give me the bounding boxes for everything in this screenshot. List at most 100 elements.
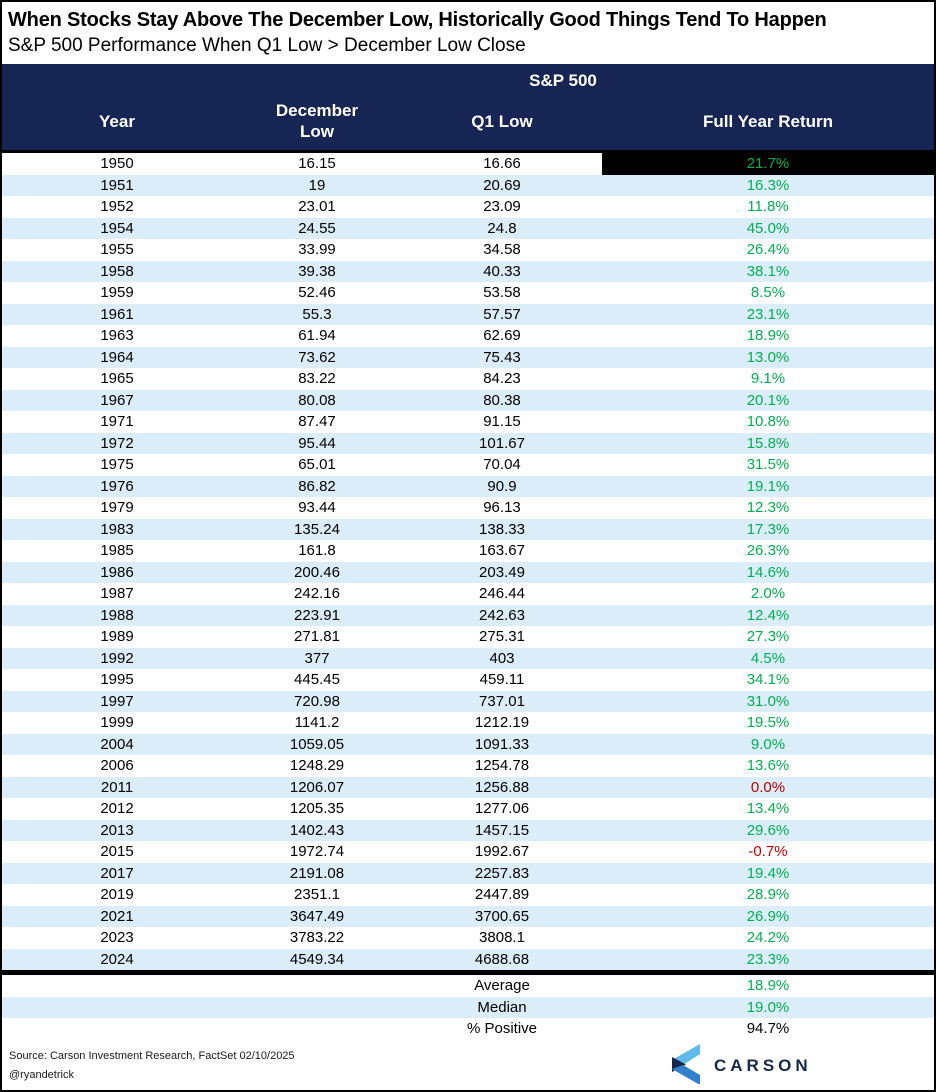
table-row: 20121205.351277.0613.4% xyxy=(2,798,934,820)
cell-q1-low: 57.57 xyxy=(402,304,602,326)
table-row: 197686.8290.919.1% xyxy=(2,476,934,498)
cell-december-low: 19 xyxy=(232,175,402,197)
cell-year: 1976 xyxy=(2,476,232,498)
table-row: 20041059.051091.339.0% xyxy=(2,734,934,756)
cell-full-year-return: 9.1% xyxy=(602,368,934,390)
cell-q1-low: 75.43 xyxy=(402,347,602,369)
cell-q1-low: 459.11 xyxy=(402,669,602,691)
cell-full-year-return: -0.7% xyxy=(602,841,934,863)
cell-december-low: 223.91 xyxy=(232,605,402,627)
summary-row: Average18.9% xyxy=(2,975,934,997)
summary-empty-cell xyxy=(232,975,402,997)
table-group-header: S&P 500 xyxy=(2,71,934,91)
cell-q1-low: 1091.33 xyxy=(402,734,602,756)
cell-year: 2017 xyxy=(2,863,232,885)
cell-year: 1999 xyxy=(2,712,232,734)
cell-q1-low: 275.31 xyxy=(402,626,602,648)
cell-full-year-return: 8.5% xyxy=(602,282,934,304)
cell-q1-low: 1457.15 xyxy=(402,820,602,842)
cell-year: 2012 xyxy=(2,798,232,820)
cell-december-low: 3783.22 xyxy=(232,927,402,949)
cell-december-low: 720.98 xyxy=(232,691,402,713)
page-title: When Stocks Stay Above The December Low,… xyxy=(2,2,934,33)
cell-full-year-return: 28.9% xyxy=(602,884,934,906)
cell-full-year-return: 26.9% xyxy=(602,906,934,928)
table-row: 1986200.46203.4914.6% xyxy=(2,562,934,584)
cell-december-low: 2351.1 xyxy=(232,884,402,906)
cell-december-low: 65.01 xyxy=(232,454,402,476)
cell-q1-low: 90.9 xyxy=(402,476,602,498)
cell-december-low: 1248.29 xyxy=(232,755,402,777)
cell-q1-low: 1254.78 xyxy=(402,755,602,777)
cell-year: 2011 xyxy=(2,777,232,799)
table-row: 197187.4791.1510.8% xyxy=(2,411,934,433)
cell-full-year-return: 21.7% xyxy=(602,153,934,175)
cell-december-low: 1206.07 xyxy=(232,777,402,799)
cell-full-year-return: 2.0% xyxy=(602,583,934,605)
table-row: 20213647.493700.6526.9% xyxy=(2,906,934,928)
cell-december-low: 55.3 xyxy=(232,304,402,326)
cell-q1-low: 101.67 xyxy=(402,433,602,455)
cell-full-year-return: 29.6% xyxy=(602,820,934,842)
summary-empty-cell xyxy=(2,997,232,1019)
summary-empty-cell xyxy=(232,1018,402,1040)
table-body: 195016.1516.6621.7%19511920.6916.3%19522… xyxy=(2,153,934,970)
cell-year: 1959 xyxy=(2,282,232,304)
carson-logo: CARSON xyxy=(668,1044,812,1089)
table-row: 196361.9462.6918.9% xyxy=(2,325,934,347)
column-headers: Year December Low Q1 Low Full Year Retur… xyxy=(2,92,934,150)
cell-q1-low: 242.63 xyxy=(402,605,602,627)
table-summary: Average18.9%Median19.0%% Positive94.7% xyxy=(2,970,934,1040)
cell-full-year-return: 17.3% xyxy=(602,519,934,541)
cell-december-low: 24.55 xyxy=(232,218,402,240)
cell-december-low: 1059.05 xyxy=(232,734,402,756)
cell-december-low: 86.82 xyxy=(232,476,402,498)
cell-year: 2024 xyxy=(2,949,232,971)
cell-q1-low: 246.44 xyxy=(402,583,602,605)
table-row: 20061248.291254.7813.6% xyxy=(2,755,934,777)
table-row: 1995445.45459.1134.1% xyxy=(2,669,934,691)
table-row: 195016.1516.6621.7% xyxy=(2,153,934,175)
cell-full-year-return: 31.5% xyxy=(602,454,934,476)
cell-q1-low: 20.69 xyxy=(402,175,602,197)
cell-year: 1961 xyxy=(2,304,232,326)
table-row: 196155.357.5723.1% xyxy=(2,304,934,326)
table-row: 197295.44101.6715.8% xyxy=(2,433,934,455)
table-row: 195223.0123.0911.8% xyxy=(2,196,934,218)
cell-q1-low: 138.33 xyxy=(402,519,602,541)
cell-full-year-return: 23.1% xyxy=(602,304,934,326)
cell-full-year-return: 24.2% xyxy=(602,927,934,949)
summary-value: 18.9% xyxy=(602,975,934,997)
cell-year: 1951 xyxy=(2,175,232,197)
cell-december-low: 93.44 xyxy=(232,497,402,519)
summary-value: 19.0% xyxy=(602,997,934,1019)
table-row: 195424.5524.845.0% xyxy=(2,218,934,240)
cell-full-year-return: 27.3% xyxy=(602,626,934,648)
cell-full-year-return: 15.8% xyxy=(602,433,934,455)
cell-december-low: 80.08 xyxy=(232,390,402,412)
summary-label: Median xyxy=(402,997,602,1019)
cell-december-low: 33.99 xyxy=(232,239,402,261)
table-row: 20172191.082257.8319.4% xyxy=(2,863,934,885)
cell-december-low: 377 xyxy=(232,648,402,670)
summary-row: % Positive94.7% xyxy=(2,1018,934,1040)
cell-full-year-return: 19.4% xyxy=(602,863,934,885)
cell-full-year-return: 19.1% xyxy=(602,476,934,498)
summary-value: 94.7% xyxy=(602,1018,934,1040)
cell-year: 1975 xyxy=(2,454,232,476)
column-header-year: Year xyxy=(2,111,232,132)
cell-year: 1967 xyxy=(2,390,232,412)
table-row: 20192351.12447.8928.9% xyxy=(2,884,934,906)
cell-q1-low: 737.01 xyxy=(402,691,602,713)
cell-year: 1979 xyxy=(2,497,232,519)
cell-year: 1955 xyxy=(2,239,232,261)
summary-empty-cell xyxy=(2,975,232,997)
cell-q1-low: 96.13 xyxy=(402,497,602,519)
table-row: 196473.6275.4313.0% xyxy=(2,347,934,369)
cell-full-year-return: 19.5% xyxy=(602,712,934,734)
table-row: 197565.0170.0431.5% xyxy=(2,454,934,476)
cell-q1-low: 16.66 xyxy=(402,153,602,175)
infographic-table-page: When Stocks Stay Above The December Low,… xyxy=(0,0,936,1092)
table-row: 195839.3840.3338.1% xyxy=(2,261,934,283)
table-row: 19923774034.5% xyxy=(2,648,934,670)
